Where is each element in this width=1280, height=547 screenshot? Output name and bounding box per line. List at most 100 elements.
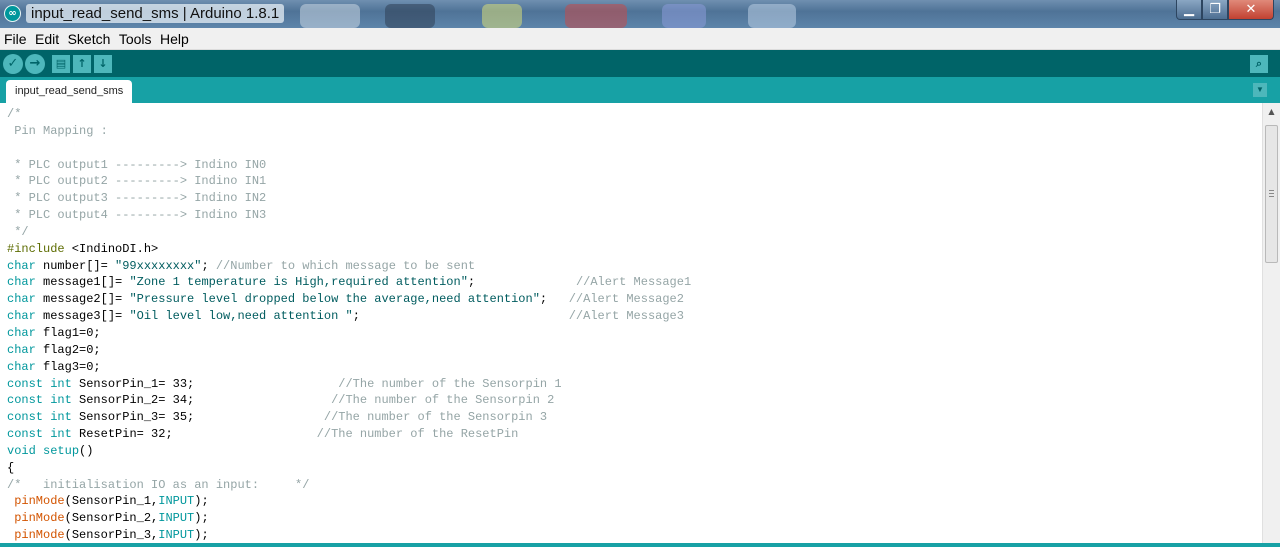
code-token: //The number of the ResetPin (316, 427, 519, 442)
code-token: char (7, 275, 36, 290)
code-token: flag1=0; (35, 325, 101, 340)
code-token: pinMode (14, 528, 65, 543)
code-line[interactable]: pinMode(SensorPin_1,INPUT); (7, 493, 1262, 510)
background-decoration (565, 4, 627, 28)
window-title: input_read_send_sms | Arduino 1.8.1 (26, 4, 285, 23)
code-token: //The number of the Sensorpin 1 (338, 376, 562, 391)
code-token: number[]= (35, 258, 116, 273)
code-line[interactable]: char number[]= "99xxxxxxxx"; //Number to… (7, 258, 1262, 275)
code-area[interactable]: /* Pin Mapping : * PLC output1 ---------… (0, 103, 1262, 543)
code-line[interactable]: */ (7, 224, 1262, 241)
code-token: flag2=0; (35, 342, 101, 357)
code-line[interactable]: pinMode(SensorPin_2,INPUT); (7, 510, 1262, 527)
checkmark-icon: ✓ (7, 56, 19, 71)
code-line[interactable]: { (7, 460, 1262, 477)
code-token: //Alert Message2 (568, 292, 684, 307)
code-token: const (7, 410, 44, 425)
code-token: () (79, 443, 94, 458)
code-line[interactable]: char flag2=0; (7, 342, 1262, 359)
code-line[interactable]: * PLC output3 ---------> Indino IN2 (7, 190, 1262, 207)
code-token: char (7, 309, 36, 324)
code-line[interactable]: * PLC output4 ---------> Indino IN3 (7, 207, 1262, 224)
code-token: * PLC output4 ---------> Indino IN3 (7, 208, 267, 223)
code-token: SensorPin_2= 34; (71, 393, 332, 408)
code-token: int (50, 393, 72, 408)
code-line[interactable]: /* (7, 106, 1262, 123)
code-line[interactable]: char message2[]= "Pressure level dropped… (7, 291, 1262, 308)
arrow-down-icon: ↓ (98, 57, 108, 70)
code-token: void (7, 443, 36, 458)
code-token: ; (201, 258, 216, 273)
menu-file[interactable]: File (0, 28, 27, 50)
code-token: //The number of the Sensorpin 2 (331, 393, 555, 408)
verify-button[interactable]: ✓ (3, 54, 23, 74)
code-line[interactable]: /* initialisation IO as an input: */ (7, 477, 1262, 494)
code-token: //The number of the Sensorpin 3 (323, 410, 548, 425)
code-token: ); (194, 494, 209, 509)
new-sketch-button[interactable]: ▤ (52, 55, 70, 73)
menu-tools[interactable]: Tools (115, 28, 152, 50)
code-token: int (50, 410, 72, 425)
code-token: const (7, 427, 44, 442)
code-line[interactable]: char message3[]= "Oil level low,need att… (7, 308, 1262, 325)
code-token: INPUT (158, 511, 195, 526)
upload-button[interactable]: → (25, 54, 45, 74)
code-line[interactable] (7, 140, 1262, 157)
save-sketch-button[interactable]: ↓ (94, 55, 112, 73)
code-line[interactable]: char flag3=0; (7, 359, 1262, 376)
new-file-icon: ▤ (55, 57, 67, 70)
code-token: Pin Mapping : (7, 123, 108, 138)
open-sketch-button[interactable]: ↑ (73, 55, 91, 73)
code-token: ; (539, 292, 569, 307)
code-token: * PLC output1 ---------> Indino IN0 (7, 157, 267, 172)
tab-menu-button[interactable]: ▼ (1253, 83, 1267, 97)
serial-monitor-button[interactable]: ⌕ (1250, 55, 1268, 73)
code-line[interactable]: char message1[]= "Zone 1 temperature is … (7, 274, 1262, 291)
code-token: { (7, 460, 15, 475)
tab-input-read-send-sms[interactable]: input_read_send_sms (6, 80, 133, 103)
scroll-up-button[interactable]: ▲ (1263, 103, 1280, 120)
code-line[interactable]: const int ResetPin= 32; //The number of … (7, 426, 1262, 443)
code-token: pinMode (14, 511, 65, 526)
magnifier-icon: ⌕ (1255, 57, 1263, 70)
code-line[interactable]: char flag1=0; (7, 325, 1262, 342)
arrow-right-icon: → (29, 56, 41, 71)
scroll-thumb[interactable] (1265, 125, 1278, 263)
code-line[interactable]: Pin Mapping : (7, 123, 1262, 140)
arduino-logo-icon: ∞ (4, 5, 21, 22)
code-token: (SensorPin_2, (64, 511, 159, 526)
maximize-button[interactable]: ❐ (1202, 0, 1228, 20)
vertical-scrollbar[interactable]: ▲ (1262, 103, 1280, 543)
code-line[interactable]: * PLC output2 ---------> Indino IN1 (7, 173, 1262, 190)
minimize-button[interactable]: ▁ (1176, 0, 1202, 20)
code-token: pinMode (14, 494, 65, 509)
toolbar: ✓ → ▤ ↑ ↓ ⌕ (0, 50, 1280, 77)
menu-sketch[interactable]: Sketch (64, 28, 111, 50)
code-line[interactable]: * PLC output1 ---------> Indino IN0 (7, 157, 1262, 174)
code-token: char (7, 258, 36, 273)
code-line[interactable]: void setup() (7, 443, 1262, 460)
code-token: (SensorPin_1, (64, 494, 159, 509)
code-line[interactable]: const int SensorPin_1= 33; //The number … (7, 376, 1262, 393)
arrow-up-icon: ↑ (77, 57, 87, 70)
grip-line (1269, 196, 1274, 197)
menu-bar: File Edit Sketch Tools Help (0, 28, 1280, 50)
code-token: char (7, 359, 36, 374)
code-editor[interactable]: /* Pin Mapping : * PLC output1 ---------… (0, 103, 1262, 543)
code-line[interactable]: const int SensorPin_2= 34; //The number … (7, 392, 1262, 409)
menu-edit[interactable]: Edit (31, 28, 59, 50)
code-line[interactable]: const int SensorPin_3= 35; //The number … (7, 409, 1262, 426)
menu-help[interactable]: Help (156, 28, 189, 50)
code-token: /* initialisation IO as an input: */ (7, 477, 310, 492)
code-token: message1[]= (35, 275, 130, 290)
code-token: /* (7, 107, 22, 121)
code-token: const (7, 376, 44, 391)
background-decoration (662, 4, 706, 28)
status-bar (0, 543, 1280, 547)
code-line[interactable]: #include <IndinoDI.h> (7, 241, 1262, 258)
code-token: ResetPin= 32; (71, 427, 317, 442)
code-token: ; (467, 275, 576, 290)
code-line[interactable]: pinMode(SensorPin_3,INPUT); (7, 527, 1262, 543)
code-token: (SensorPin_3, (64, 528, 159, 543)
close-button[interactable]: ✕ (1228, 0, 1274, 20)
